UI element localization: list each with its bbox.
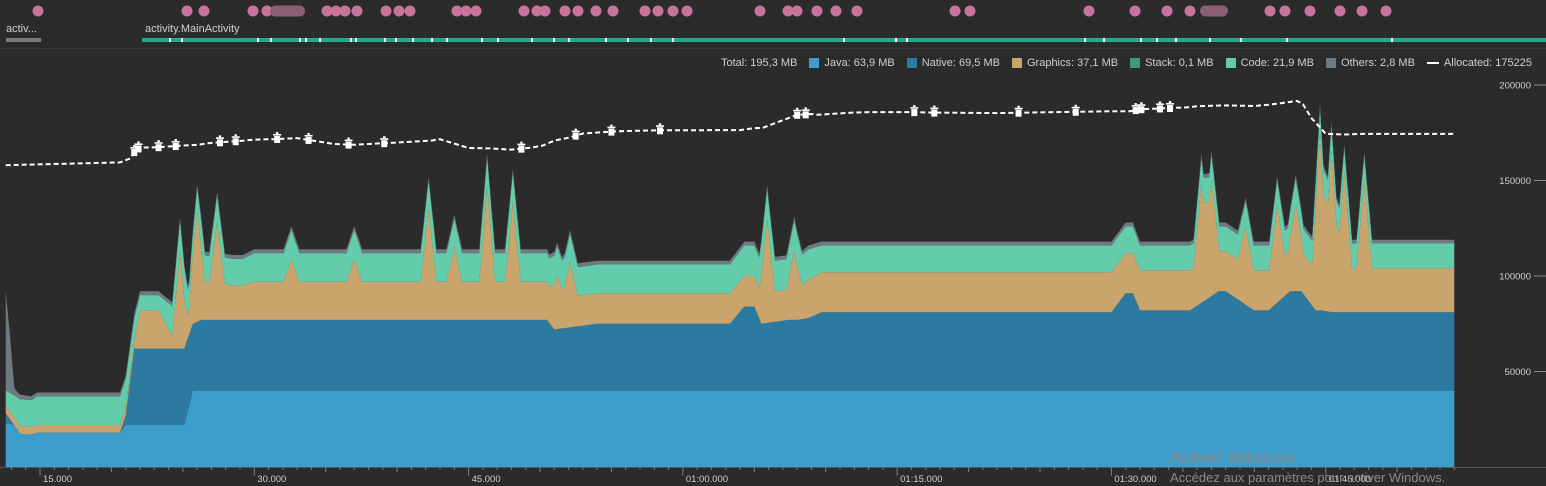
legend-native-swatch	[906, 58, 917, 68]
legend-native-label: Native: 69,5 MB	[921, 57, 1000, 69]
legend-code: Code: 21,9 MB	[1225, 57, 1314, 69]
legend-java-label: Java: 63,9 MB	[824, 57, 895, 69]
legend-allocated-swatch	[1426, 62, 1439, 64]
legend-others: Others: 2,8 MB	[1325, 57, 1415, 69]
x-tick-label: 01:45.000	[1329, 474, 1371, 485]
gc-trash-icon[interactable]	[215, 135, 224, 147]
gc-trash-icon[interactable]	[1014, 105, 1023, 117]
memory-chart[interactable]: 50000 100000 150000 200000 15.000 30.000 45.00…	[0, 0, 1546, 486]
gc-trash-icon[interactable]	[304, 132, 313, 144]
area-java	[5, 390, 1455, 467]
legend-java-swatch	[809, 58, 820, 68]
legend-others-swatch	[1325, 58, 1336, 68]
gc-trash-icon[interactable]	[1137, 102, 1146, 114]
gc-trash-icon[interactable]	[655, 123, 664, 135]
gc-trash-icon[interactable]	[793, 107, 802, 119]
chart-legend: Total: 195,3 MB Java: 63,9 MB Native: 69…	[721, 55, 1532, 71]
y-tick-label: 50000	[1505, 367, 1531, 378]
gc-trash-icon[interactable]	[344, 137, 353, 149]
gc-trash-icon[interactable]	[154, 140, 163, 152]
legend-total: Total: 195,3 MB	[721, 57, 797, 69]
legend-allocated: Allocated: 175225	[1426, 57, 1532, 69]
x-tick-label: 01:30.000	[1114, 474, 1156, 485]
legend-others-label: Others: 2,8 MB	[1340, 57, 1415, 69]
gc-trash-icon[interactable]	[910, 105, 919, 117]
legend-stack: Stack: 0,1 MB	[1130, 57, 1214, 69]
gc-trash-icon[interactable]	[171, 139, 180, 151]
legend-native: Native: 69,5 MB	[906, 57, 1000, 69]
legend-stack-swatch	[1130, 58, 1141, 68]
y-tick-label: 150000	[1499, 176, 1531, 187]
x-tick-label: 30.000	[257, 474, 286, 485]
y-tick-label: 200000	[1499, 81, 1531, 92]
legend-allocated-label: Allocated: 175225	[1443, 57, 1532, 69]
gc-trash-icon[interactable]	[517, 141, 526, 153]
gc-trash-icon[interactable]	[1155, 101, 1164, 113]
area-layers	[5, 104, 1455, 467]
gc-trash-icon[interactable]	[134, 141, 143, 153]
gc-trash-icon[interactable]	[607, 124, 616, 136]
gc-trash-icon[interactable]	[1165, 100, 1174, 112]
y-tick-label: 100000	[1499, 272, 1531, 283]
allocated-line	[5, 99, 1455, 167]
gc-trash-icon[interactable]	[231, 134, 240, 146]
x-tick-label: 15.000	[43, 474, 72, 485]
legend-total-label: Total: 195,3 MB	[720, 57, 798, 69]
legend-stack-label: Stack: 0,1 MB	[1145, 57, 1214, 69]
legend-graphics-label: Graphics: 37,1 MB	[1026, 57, 1119, 69]
legend-graphics: Graphics: 37,1 MB	[1011, 57, 1119, 69]
gc-trash-icon[interactable]	[1071, 104, 1080, 116]
gc-trash-icon[interactable]	[930, 105, 939, 117]
gc-trash-icon[interactable]	[380, 136, 389, 148]
x-tick-label: 45.000	[472, 474, 501, 485]
gc-trash-icon[interactable]	[571, 128, 580, 140]
gc-trash-icon[interactable]	[273, 131, 282, 143]
legend-code-label: Code: 21,9 MB	[1240, 57, 1314, 69]
legend-java: Java: 63,9 MB	[809, 57, 895, 69]
legend-code-swatch	[1225, 58, 1236, 68]
gc-trash-icon[interactable]	[801, 107, 810, 119]
legend-graphics-swatch	[1011, 58, 1022, 68]
x-tick-label: 01:00.000	[686, 474, 728, 485]
x-tick-label: 01:15.000	[900, 474, 942, 485]
